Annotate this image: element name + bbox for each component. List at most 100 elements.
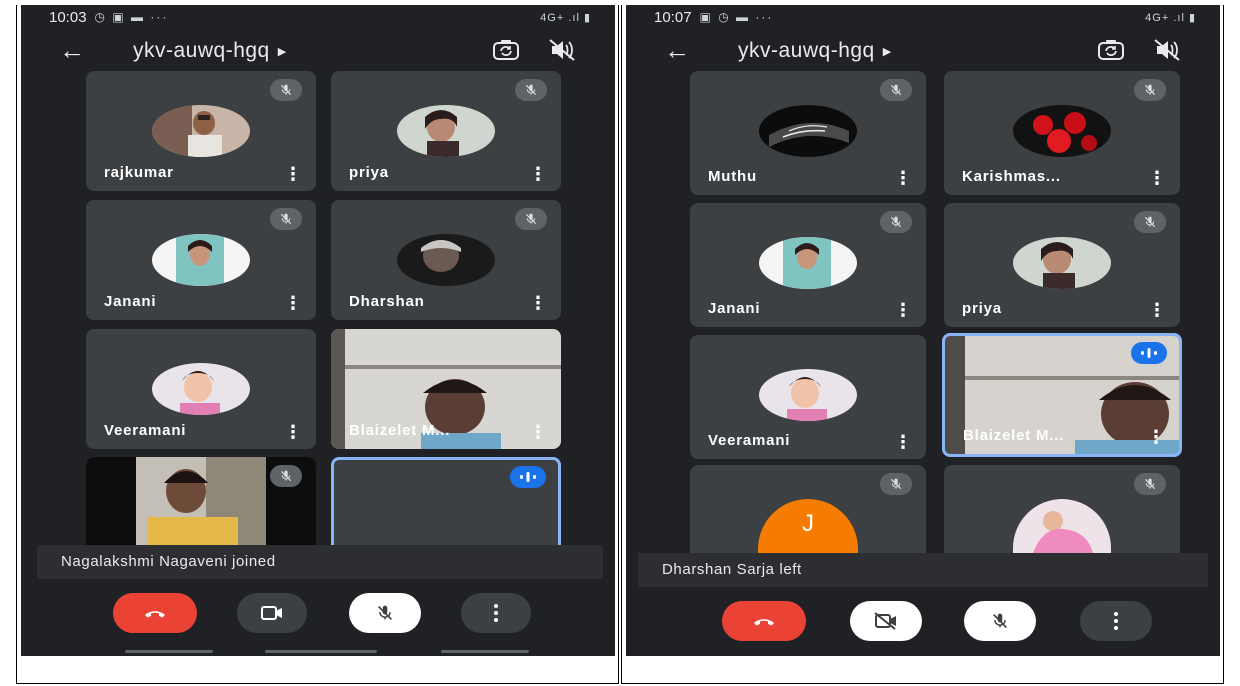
more-vertical-icon[interactable]: ⋮ [1148, 301, 1166, 319]
more-vertical-icon[interactable]: ⋮ [1148, 169, 1166, 187]
participant-tile[interactable]: priya ⋮ [944, 203, 1180, 327]
speaker-off-icon[interactable] [547, 37, 577, 63]
more-vertical-icon [494, 604, 498, 622]
notification-icons: ▣ ◷ ▬ ··· [699, 10, 774, 24]
more-vertical-icon[interactable]: ⋮ [894, 301, 912, 319]
participant-tile-speaking[interactable] [331, 457, 561, 545]
mic-button[interactable] [964, 601, 1036, 641]
camera-icon [261, 606, 282, 620]
mic-off-icon [880, 473, 912, 495]
caret-right-icon: ▶ [277, 45, 287, 58]
avatar [1013, 499, 1111, 553]
participant-tile[interactable]: priya ⋮ [331, 71, 561, 191]
end-call-icon [143, 601, 167, 625]
participant-name: Janani [104, 293, 157, 310]
switch-camera-icon[interactable] [1096, 37, 1126, 63]
participant-name: Dharshan [349, 293, 425, 310]
avatar [1013, 105, 1111, 157]
meeting-code[interactable]: ykv-auwq-hgq ▶ [133, 39, 287, 63]
avatar [759, 237, 857, 289]
notification-toast: Nagalakshmi Nagaveni joined [37, 545, 603, 579]
avatar-initial: J [758, 499, 858, 553]
avatar [397, 234, 495, 286]
participant-name: Blaizelet M... [963, 427, 1065, 444]
speaker-off-icon[interactable] [1152, 37, 1182, 63]
more-vertical-icon[interactable]: ⋮ [1147, 428, 1165, 446]
end-call-button[interactable] [722, 601, 806, 641]
participant-name: Muthu [708, 168, 757, 185]
meet-screen-right: 10:07 ▣ ◷ ▬ ··· 4G+ .ıl ▮ ← ykv-auwq-hgq… [626, 5, 1220, 656]
participant-name: Janani [708, 300, 761, 317]
more-vertical-icon[interactable]: ⋮ [894, 169, 912, 187]
participant-tile[interactable] [86, 457, 316, 545]
avatar [152, 105, 250, 157]
mic-off-icon [374, 602, 396, 624]
participant-tile[interactable]: Veeramani ⋮ [690, 335, 926, 459]
speaking-indicator-icon [1131, 342, 1167, 364]
caret-right-icon: ▶ [882, 45, 892, 58]
more-options-button[interactable] [1080, 601, 1152, 641]
participant-tile[interactable]: Janani ⋮ [690, 203, 926, 327]
avatar [759, 369, 857, 421]
right-screenshot-frame: 10:07 ▣ ◷ ▬ ··· 4G+ .ıl ▮ ← ykv-auwq-hgq… [621, 5, 1224, 684]
mic-off-icon [515, 79, 547, 101]
mic-off-icon [880, 211, 912, 233]
mic-off-icon [1134, 473, 1166, 495]
more-vertical-icon[interactable]: ⋮ [284, 423, 302, 441]
avatar [397, 105, 495, 157]
more-vertical-icon[interactable]: ⋮ [284, 294, 302, 312]
nav-bar-segment [441, 650, 529, 653]
back-arrow-icon[interactable]: ← [664, 35, 690, 65]
speaking-indicator-icon [510, 466, 546, 488]
mic-off-icon [270, 465, 302, 487]
participant-tile-speaking[interactable]: Blaizelet M... ⋮ [942, 333, 1182, 457]
mic-off-icon [515, 208, 547, 230]
mic-off-icon [989, 610, 1011, 632]
participant-tile[interactable]: Janani ⋮ [86, 200, 316, 320]
more-options-button[interactable] [461, 593, 531, 633]
back-arrow-icon[interactable]: ← [59, 35, 85, 65]
mic-off-icon [270, 79, 302, 101]
more-vertical-icon[interactable]: ⋮ [529, 165, 547, 183]
more-vertical-icon[interactable]: ⋮ [894, 433, 912, 451]
participant-name: Veeramani [104, 422, 187, 439]
camera-off-icon [874, 612, 896, 630]
call-controls [21, 593, 615, 637]
participant-tile[interactable]: Karishmas... ⋮ [944, 71, 1180, 195]
participant-tile[interactable]: Dharshan ⋮ [331, 200, 561, 320]
camera-button[interactable] [850, 601, 922, 641]
avatar [152, 363, 250, 415]
more-vertical-icon [1114, 612, 1118, 630]
participant-name: priya [349, 164, 389, 181]
nav-bar-segment [125, 650, 213, 653]
camera-button[interactable] [237, 593, 307, 633]
mic-off-icon [880, 79, 912, 101]
more-vertical-icon[interactable]: ⋮ [284, 165, 302, 183]
avatar [1013, 237, 1111, 289]
switch-camera-icon[interactable] [491, 37, 521, 63]
participant-tile[interactable]: Blaizelet M... ⋮ [331, 329, 561, 449]
avatar [152, 234, 250, 286]
participant-tile[interactable]: Veeramani ⋮ [86, 329, 316, 449]
participant-tile[interactable] [944, 465, 1180, 553]
status-bar: 10:03 ◷ ▣ ▬ ··· 4G+ .ıl ▮ [49, 8, 591, 26]
participant-tile[interactable]: Muthu ⋮ [690, 71, 926, 195]
participant-tile[interactable]: J [690, 465, 926, 553]
participant-tile[interactable]: rajkumar ⋮ [86, 71, 316, 191]
status-time: 10:03 [49, 8, 87, 26]
end-call-icon [752, 609, 776, 633]
mic-off-icon [1134, 211, 1166, 233]
top-bar: ← ykv-auwq-hgq ▶ [626, 29, 1220, 73]
avatar [759, 105, 857, 157]
end-call-button[interactable] [113, 593, 197, 633]
meet-screen-left: 10:03 ◷ ▣ ▬ ··· 4G+ .ıl ▮ ← ykv-auwq-hgq… [21, 5, 615, 656]
network-icons: 4G+ .ıl ▮ [540, 11, 591, 24]
mic-button[interactable] [349, 593, 421, 633]
participant-name: Blaizelet M... [349, 422, 451, 439]
status-bar: 10:07 ▣ ◷ ▬ ··· 4G+ .ıl ▮ [654, 9, 1196, 26]
call-controls [626, 601, 1220, 645]
more-vertical-icon[interactable]: ⋮ [529, 294, 547, 312]
notification-toast: Dharshan Sarja left [638, 553, 1208, 587]
more-vertical-icon[interactable]: ⋮ [529, 423, 547, 441]
meeting-code[interactable]: ykv-auwq-hgq ▶ [738, 39, 892, 63]
